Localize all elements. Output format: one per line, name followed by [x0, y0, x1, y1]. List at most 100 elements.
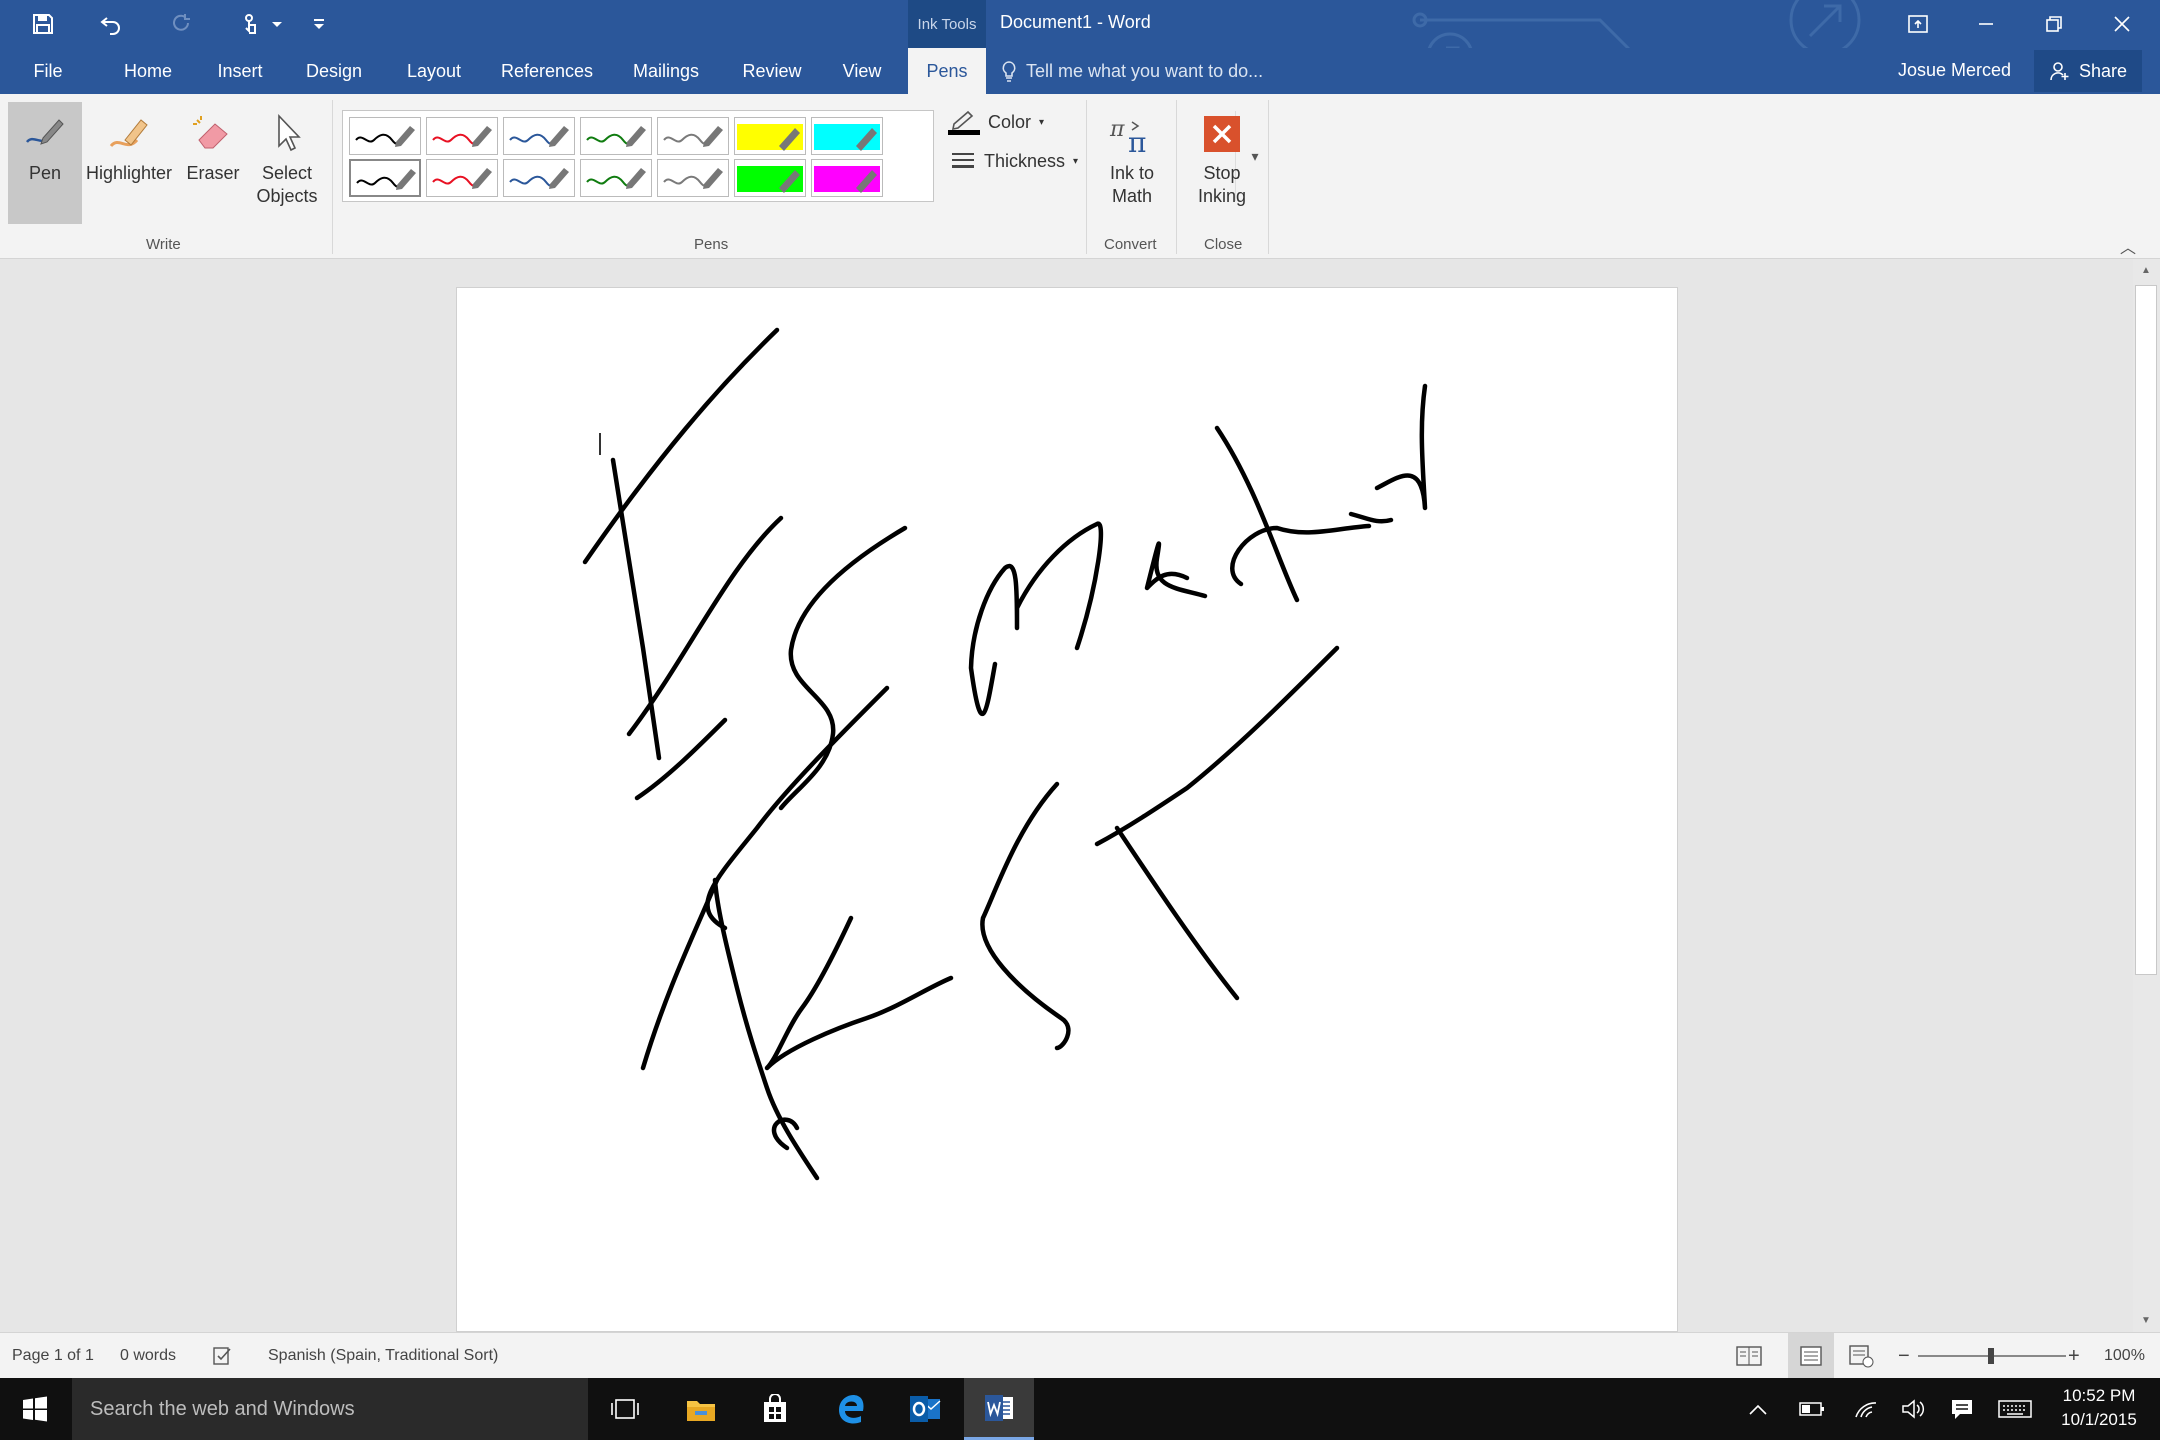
highlighter-button[interactable]: Highlighter [84, 102, 174, 185]
highlighter-label: Highlighter [85, 163, 173, 183]
vertical-scrollbar[interactable]: ▲ ▼ [2133, 259, 2160, 1332]
highlighter-icon [105, 110, 153, 158]
tab-references[interactable]: References [494, 48, 600, 94]
word-taskbar-icon[interactable] [964, 1378, 1034, 1440]
pen-swatch[interactable] [811, 159, 883, 197]
svg-text:π: π [1128, 126, 1146, 158]
touch-dropdown-icon[interactable] [262, 0, 292, 48]
user-name[interactable]: Josue Merced [1898, 60, 2011, 81]
pen-color-icon [948, 110, 980, 135]
pen-swatch[interactable] [349, 159, 421, 197]
pen-swatch[interactable] [657, 117, 729, 155]
save-icon[interactable] [20, 0, 66, 48]
wifi-icon[interactable] [1844, 1378, 1888, 1440]
task-view-icon[interactable] [590, 1378, 660, 1440]
thickness-dropdown-arrow-icon: ▾ [1073, 155, 1079, 167]
pen-swatch[interactable] [503, 159, 575, 197]
eraser-button[interactable]: Eraser [180, 102, 246, 185]
ribbon-separator [1176, 100, 1177, 254]
select-objects-button[interactable]: Select Objects [252, 102, 322, 208]
zoom-thumb[interactable] [1988, 1348, 1994, 1364]
pen-swatch[interactable] [426, 117, 498, 155]
scroll-down-icon[interactable]: ▼ [2141, 1315, 2151, 1326]
tab-file[interactable]: File [20, 48, 76, 94]
document-page[interactable] [456, 287, 1678, 1332]
pen-swatch[interactable] [580, 117, 652, 155]
eraser-label: Eraser [186, 163, 240, 183]
web-layout-icon[interactable] [1848, 1333, 1874, 1379]
tab-design[interactable]: Design [296, 48, 372, 94]
redo-icon[interactable] [158, 0, 204, 48]
zoom-in-icon[interactable]: + [2068, 1333, 2080, 1379]
ink-to-math-button[interactable]: ππ Ink to Math [1094, 102, 1170, 208]
windows-start-icon[interactable] [0, 1378, 70, 1440]
ink-drawing [582, 327, 1428, 1181]
clock-date: 10/1/2015 [2061, 1410, 2137, 1429]
pen-swatch[interactable] [426, 159, 498, 197]
pen-swatch[interactable] [580, 159, 652, 197]
pen-swatch[interactable] [503, 117, 575, 155]
tab-mailings[interactable]: Mailings [622, 48, 710, 94]
tab-layout[interactable]: Layout [396, 48, 472, 94]
ribbon-display-options-icon[interactable] [1884, 0, 1952, 48]
thickness-icon [952, 153, 974, 168]
battery-icon[interactable] [1790, 1378, 1834, 1440]
pen-button[interactable]: Pen [8, 102, 82, 224]
volume-icon[interactable] [1892, 1378, 1936, 1440]
color-dropdown-arrow-icon: ▾ [1039, 116, 1045, 128]
objects-label: Objects [256, 186, 318, 206]
tab-insert[interactable]: Insert [206, 48, 274, 94]
pen-swatch[interactable] [734, 117, 806, 155]
customize-qat-icon[interactable] [302, 0, 336, 48]
language-indicator[interactable]: Spanish (Spain, Traditional Sort) [268, 1333, 498, 1379]
outlook-icon[interactable] [890, 1378, 960, 1440]
pen-swatch[interactable] [734, 159, 806, 197]
store-icon[interactable] [740, 1378, 810, 1440]
edge-browser-icon[interactable] [816, 1378, 886, 1440]
tell-me-search[interactable]: Tell me what you want to do... [1000, 48, 1263, 94]
taskbar-search[interactable]: Search the web and Windows [72, 1378, 588, 1440]
scroll-up-icon[interactable]: ▲ [2141, 265, 2151, 276]
pens-gallery: ▾ [342, 110, 1259, 202]
file-explorer-icon[interactable] [666, 1378, 736, 1440]
action-center-icon[interactable] [1940, 1378, 1984, 1440]
share-button[interactable]: Share [2034, 50, 2142, 92]
select-arrow-icon [263, 110, 311, 158]
print-layout-icon[interactable] [1788, 1333, 1834, 1379]
show-hidden-icons-icon[interactable] [1736, 1378, 1780, 1440]
read-mode-icon[interactable] [1736, 1333, 1762, 1379]
zoom-out-icon[interactable]: − [1898, 1333, 1910, 1379]
system-clock[interactable]: 10:52 PM 10/1/2015 [2044, 1384, 2154, 1432]
zoom-slider[interactable] [1918, 1333, 2066, 1379]
select-label: Select [261, 163, 313, 183]
color-dropdown[interactable]: Color ▾ [948, 108, 1044, 136]
pi-icon: ππ [1108, 110, 1156, 158]
pen-swatch[interactable] [349, 117, 421, 155]
undo-icon[interactable] [88, 0, 134, 48]
tab-home[interactable]: Home [110, 48, 186, 94]
person-add-icon [2050, 62, 2069, 81]
proofing-icon[interactable] [212, 1333, 234, 1379]
svg-text:π: π [1109, 117, 1125, 142]
minimize-icon[interactable] [1952, 0, 2020, 48]
group-close-label: Close [1204, 236, 1243, 253]
pen-swatch[interactable] [657, 159, 729, 197]
inking-label: Inking [1197, 186, 1247, 206]
close-window-icon[interactable] [2088, 0, 2156, 48]
restore-icon[interactable] [2020, 0, 2088, 48]
eraser-icon [189, 110, 237, 158]
scroll-thumb[interactable] [2135, 285, 2157, 975]
touch-keyboard-icon[interactable] [1990, 1378, 2040, 1440]
pen-swatch[interactable] [811, 117, 883, 155]
page-count[interactable]: Page 1 of 1 [12, 1333, 94, 1379]
thickness-dropdown[interactable]: Thickness ▾ [950, 150, 1078, 172]
word-count[interactable]: 0 words [120, 1333, 176, 1379]
stop-inking-button[interactable]: Stop Inking [1184, 102, 1260, 208]
title-bar: Ink Tools Document1 - Word [0, 0, 2160, 87]
tab-pens[interactable]: Pens [908, 48, 986, 94]
tab-review[interactable]: Review [732, 48, 812, 94]
collapse-ribbon-icon[interactable]: ︿ [2120, 234, 2136, 258]
zoom-level[interactable]: 100% [2104, 1333, 2145, 1379]
tab-view[interactable]: View [834, 48, 890, 94]
ribbon-pens: Pen Highlighter Eraser Select Objects Wr… [0, 94, 2160, 259]
